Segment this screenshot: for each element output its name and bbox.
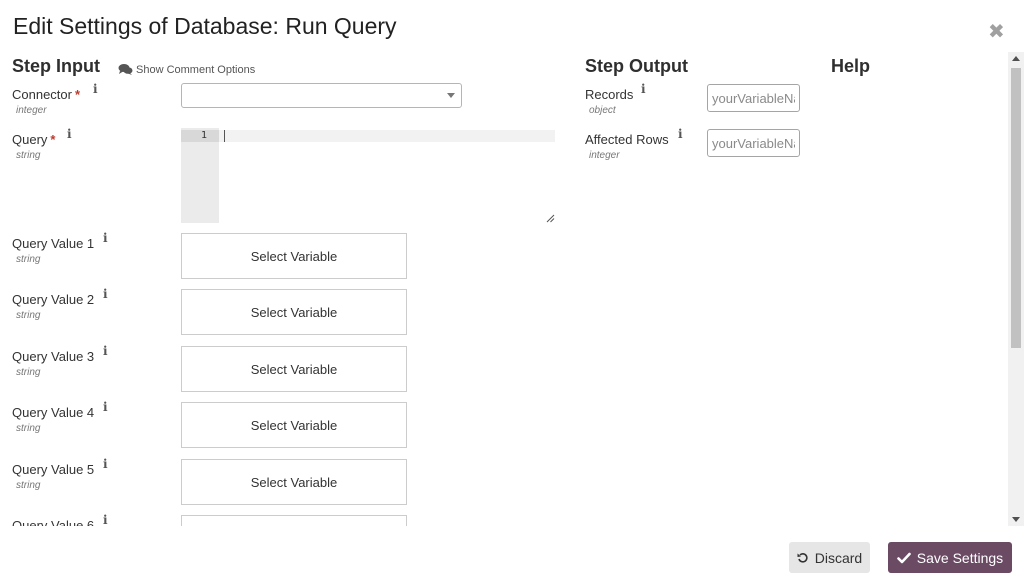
info-icon[interactable]: i bbox=[641, 82, 646, 96]
editor-active-line bbox=[219, 130, 555, 142]
query-value-3-select-variable-button[interactable]: Select Variable bbox=[181, 346, 407, 392]
affected-rows-variable-input[interactable] bbox=[707, 129, 800, 157]
query-value-5-select-variable-button[interactable]: Select Variable bbox=[181, 459, 407, 505]
required-marker: * bbox=[74, 87, 81, 102]
query-value-4-label: Query Value 4 bbox=[12, 405, 95, 420]
affected-rows-type: integer bbox=[589, 150, 620, 161]
discard-label: Discard bbox=[814, 549, 863, 566]
info-icon[interactable]: i bbox=[678, 127, 683, 141]
settings-scroll-area[interactable]: Step Input Show Comment Options Connecto… bbox=[0, 52, 1008, 526]
chevron-down-icon bbox=[447, 93, 455, 98]
query-value-2-label: Query Value 2 bbox=[12, 292, 95, 307]
info-icon[interactable]: i bbox=[93, 82, 98, 96]
editor-gutter bbox=[181, 128, 219, 223]
comments-icon bbox=[118, 64, 133, 75]
query-value-3-label: Query Value 3 bbox=[12, 349, 95, 364]
query-value-1-type: string bbox=[16, 254, 41, 265]
info-icon[interactable]: i bbox=[103, 513, 108, 526]
dialog-title: Edit Settings of Database: Run Query bbox=[13, 13, 397, 39]
query-value-3-type: string bbox=[16, 367, 41, 378]
info-icon[interactable]: i bbox=[103, 344, 108, 358]
scroll-up-arrow-icon[interactable] bbox=[1012, 56, 1020, 61]
query-value-6-select-variable-button[interactable] bbox=[181, 515, 407, 526]
affected-rows-label: Affected Rows bbox=[585, 132, 669, 147]
step-input-heading: Step Input bbox=[12, 56, 100, 76]
vertical-scrollbar[interactable] bbox=[1008, 52, 1024, 526]
query-value-2-select-variable-button[interactable]: Select Variable bbox=[181, 289, 407, 335]
connector-label: Connector * bbox=[12, 87, 80, 102]
show-comment-options-label: Show Comment Options bbox=[136, 64, 256, 76]
query-value-1-select-variable-button[interactable]: Select Variable bbox=[181, 233, 407, 279]
save-settings-button[interactable]: Save Settings bbox=[888, 542, 1012, 573]
undo-icon bbox=[797, 552, 808, 563]
records-variable-input[interactable] bbox=[707, 84, 800, 112]
resize-handle-icon[interactable] bbox=[546, 214, 555, 223]
connector-label-text: Connector bbox=[12, 87, 72, 102]
scrollbar-thumb[interactable] bbox=[1011, 68, 1021, 348]
query-code-editor[interactable]: 1 bbox=[181, 128, 555, 223]
records-type: object bbox=[589, 105, 616, 116]
info-icon[interactable]: i bbox=[103, 400, 108, 414]
editor-line-number: 1 bbox=[181, 130, 219, 142]
info-icon[interactable]: i bbox=[103, 457, 108, 471]
info-icon[interactable]: i bbox=[103, 231, 108, 245]
step-output-heading: Step Output bbox=[585, 56, 688, 76]
query-type: string bbox=[16, 150, 41, 161]
editor-cursor bbox=[224, 130, 225, 142]
connector-type: integer bbox=[16, 105, 47, 116]
query-label: Query * bbox=[12, 132, 55, 147]
query-value-4-select-variable-button[interactable]: Select Variable bbox=[181, 402, 407, 448]
connector-select[interactable] bbox=[181, 83, 462, 108]
close-icon[interactable]: ✖ bbox=[988, 22, 1005, 42]
query-value-2-type: string bbox=[16, 310, 41, 321]
records-label: Records bbox=[585, 87, 634, 102]
query-value-5-type: string bbox=[16, 480, 41, 491]
query-value-6-label: Query Value 6 bbox=[12, 518, 95, 526]
query-label-text: Query bbox=[12, 132, 48, 147]
query-value-1-label: Query Value 1 bbox=[12, 236, 95, 251]
required-marker: * bbox=[50, 132, 56, 147]
info-icon[interactable]: i bbox=[103, 287, 108, 301]
discard-button[interactable]: Discard bbox=[789, 542, 870, 573]
help-heading: Help bbox=[831, 56, 871, 76]
check-icon bbox=[896, 552, 911, 563]
query-value-5-label: Query Value 5 bbox=[12, 462, 95, 477]
scroll-down-arrow-icon[interactable] bbox=[1012, 517, 1020, 522]
save-settings-label: Save Settings bbox=[916, 549, 1004, 566]
query-value-4-type: string bbox=[16, 423, 41, 434]
info-icon[interactable]: i bbox=[67, 127, 72, 141]
show-comment-options-link[interactable]: Show Comment Options bbox=[118, 63, 255, 76]
